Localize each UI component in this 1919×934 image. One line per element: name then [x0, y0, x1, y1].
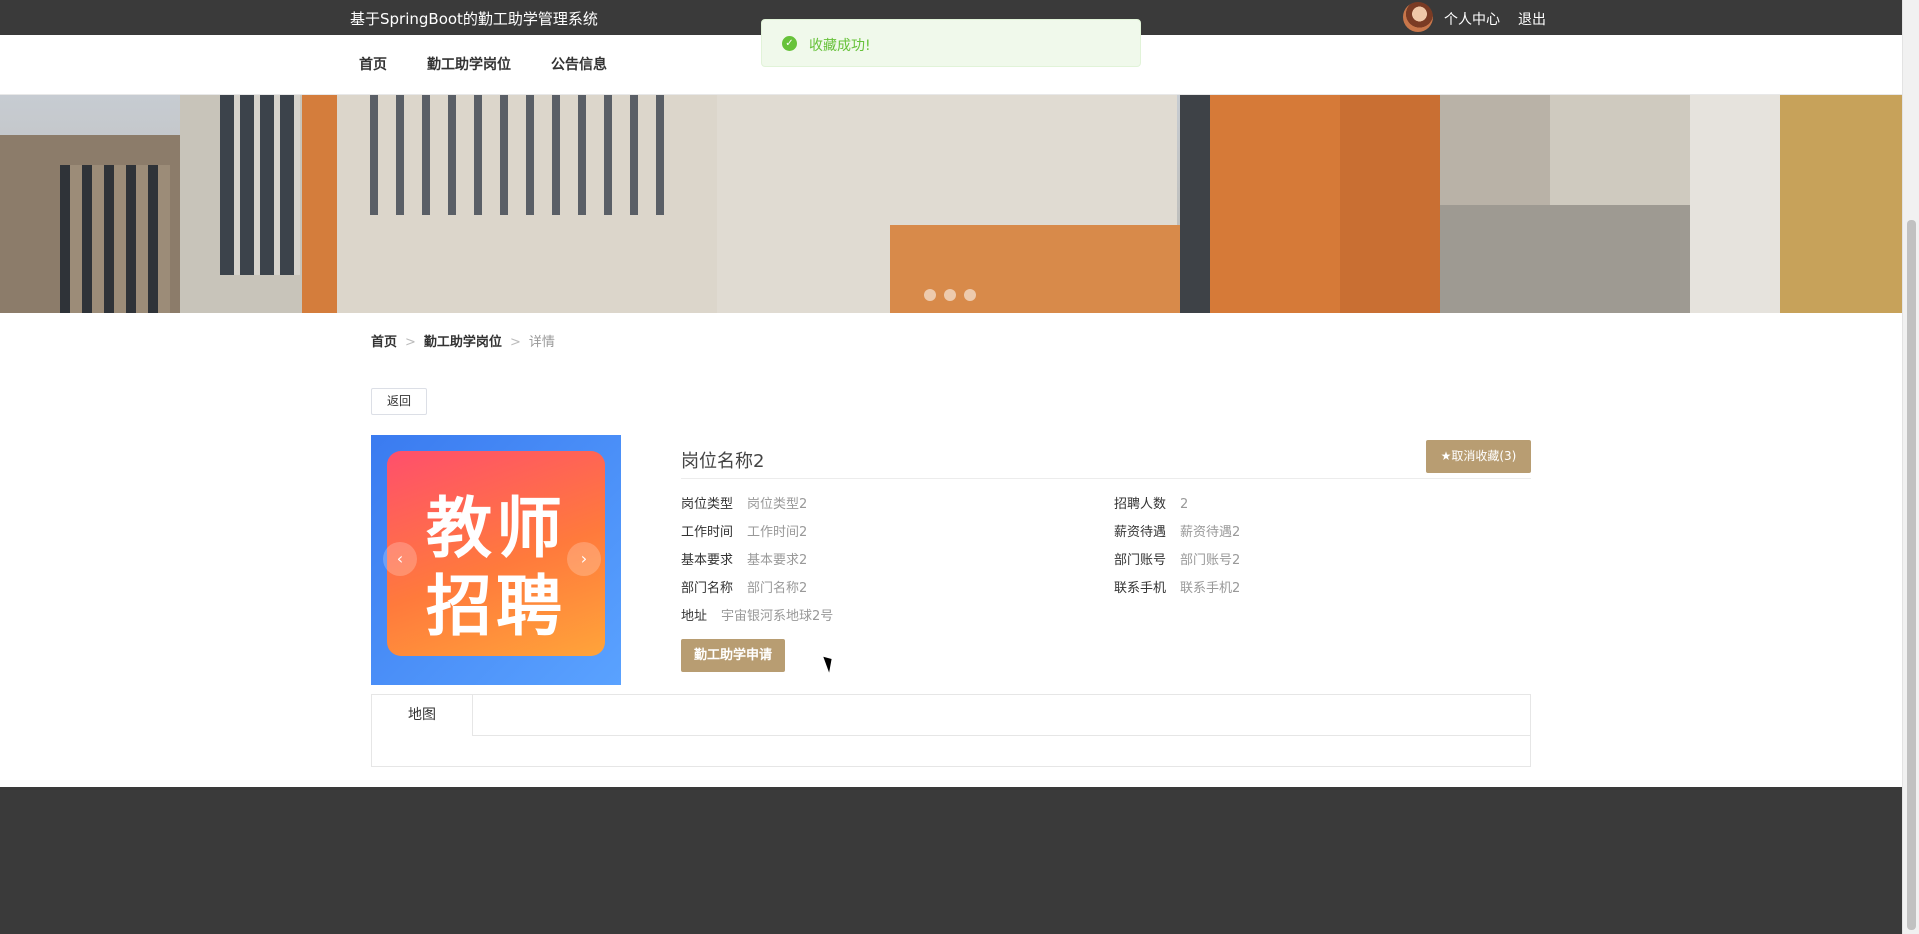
breadcrumb-home[interactable]: 首页: [371, 335, 397, 350]
field-work-time: 工作时间 工作时间2: [681, 521, 807, 540]
carousel-dot[interactable]: [964, 289, 976, 301]
breadcrumb-current: 详情: [528, 335, 555, 350]
field-label: 基本要求: [681, 553, 734, 568]
field-value: 薪资待遇2: [1180, 525, 1241, 540]
field-label: 薪资待遇: [1114, 525, 1167, 540]
field-value: 基本要求2: [747, 553, 808, 568]
breadcrumb-jobs[interactable]: 勤工助学岗位: [424, 335, 502, 350]
page-scrollbar[interactable]: [1902, 0, 1919, 934]
mouse-cursor-icon: [823, 654, 836, 673]
field-value: 部门名称2: [747, 581, 808, 596]
field-label: 招聘人数: [1114, 497, 1167, 512]
site-title: 基于SpringBoot的勤工助学管理系统: [350, 10, 598, 28]
toast-message: 收藏成功!: [809, 38, 871, 54]
apply-button[interactable]: 勤工助学申请: [681, 639, 785, 672]
field-salary: 薪资待遇 薪资待遇2: [1114, 521, 1240, 540]
field-address: 地址 宇宙银河系地球2号: [681, 605, 833, 624]
field-value: 联系手机2: [1180, 581, 1241, 596]
field-headcount: 招聘人数 2: [1114, 493, 1188, 512]
field-label: 地址: [681, 609, 708, 624]
unfavorite-button[interactable]: ★取消收藏(3): [1426, 440, 1531, 473]
footer: [0, 787, 1902, 934]
user-center-link[interactable]: 个人中心: [1444, 9, 1500, 29]
field-value: 工作时间2: [747, 525, 808, 540]
field-value: 2: [1180, 497, 1189, 512]
nav-item-home[interactable]: 首页: [359, 54, 387, 74]
carousel-dot[interactable]: [944, 289, 956, 301]
back-button[interactable]: 返回: [371, 388, 427, 415]
field-value: 宇宙银河系地球2号: [721, 609, 834, 624]
scrollbar-thumb[interactable]: [1907, 220, 1916, 930]
user-avatar[interactable]: [1403, 2, 1433, 32]
nav-item-notices[interactable]: 公告信息: [551, 54, 607, 74]
breadcrumb: 首页 > 勤工助学岗位 > 详情: [371, 331, 555, 350]
field-job-type: 岗位类型 岗位类型2: [681, 493, 807, 512]
divider: [681, 478, 1531, 479]
carousel-indicators[interactable]: [924, 286, 984, 305]
job-title: 岗位名称2: [681, 451, 765, 472]
field-label: 联系手机: [1114, 581, 1167, 596]
logout-link[interactable]: 退出: [1518, 9, 1546, 29]
nav-item-jobs[interactable]: 勤工助学岗位: [427, 54, 511, 74]
field-label: 部门名称: [681, 581, 734, 596]
field-department-account: 部门账号 部门账号2: [1114, 549, 1240, 568]
field-label: 部门账号: [1114, 553, 1167, 568]
field-label: 工作时间: [681, 525, 734, 540]
detail-tabs: 地图: [371, 694, 1531, 767]
banner-carousel[interactable]: [0, 95, 1902, 313]
field-label: 岗位类型: [681, 497, 734, 512]
check-circle-icon: ✓: [782, 36, 797, 51]
field-requirements: 基本要求 基本要求2: [681, 549, 807, 568]
field-contact-phone: 联系手机 联系手机2: [1114, 577, 1240, 596]
chevron-right-icon[interactable]: ›: [567, 542, 601, 576]
field-value: 岗位类型2: [747, 497, 808, 512]
success-toast: ✓ 收藏成功!: [761, 19, 1141, 67]
tab-map[interactable]: 地图: [372, 695, 473, 736]
carousel-dot[interactable]: [924, 289, 936, 301]
chevron-left-icon[interactable]: ‹: [383, 542, 417, 576]
field-value: 部门账号2: [1180, 553, 1241, 568]
field-department-name: 部门名称 部门名称2: [681, 577, 807, 596]
tab-bar: [372, 695, 1530, 736]
breadcrumb-separator: >: [405, 335, 416, 350]
breadcrumb-separator: >: [509, 335, 521, 350]
job-image-carousel: 教师 招聘 ‹ ›: [371, 435, 621, 685]
